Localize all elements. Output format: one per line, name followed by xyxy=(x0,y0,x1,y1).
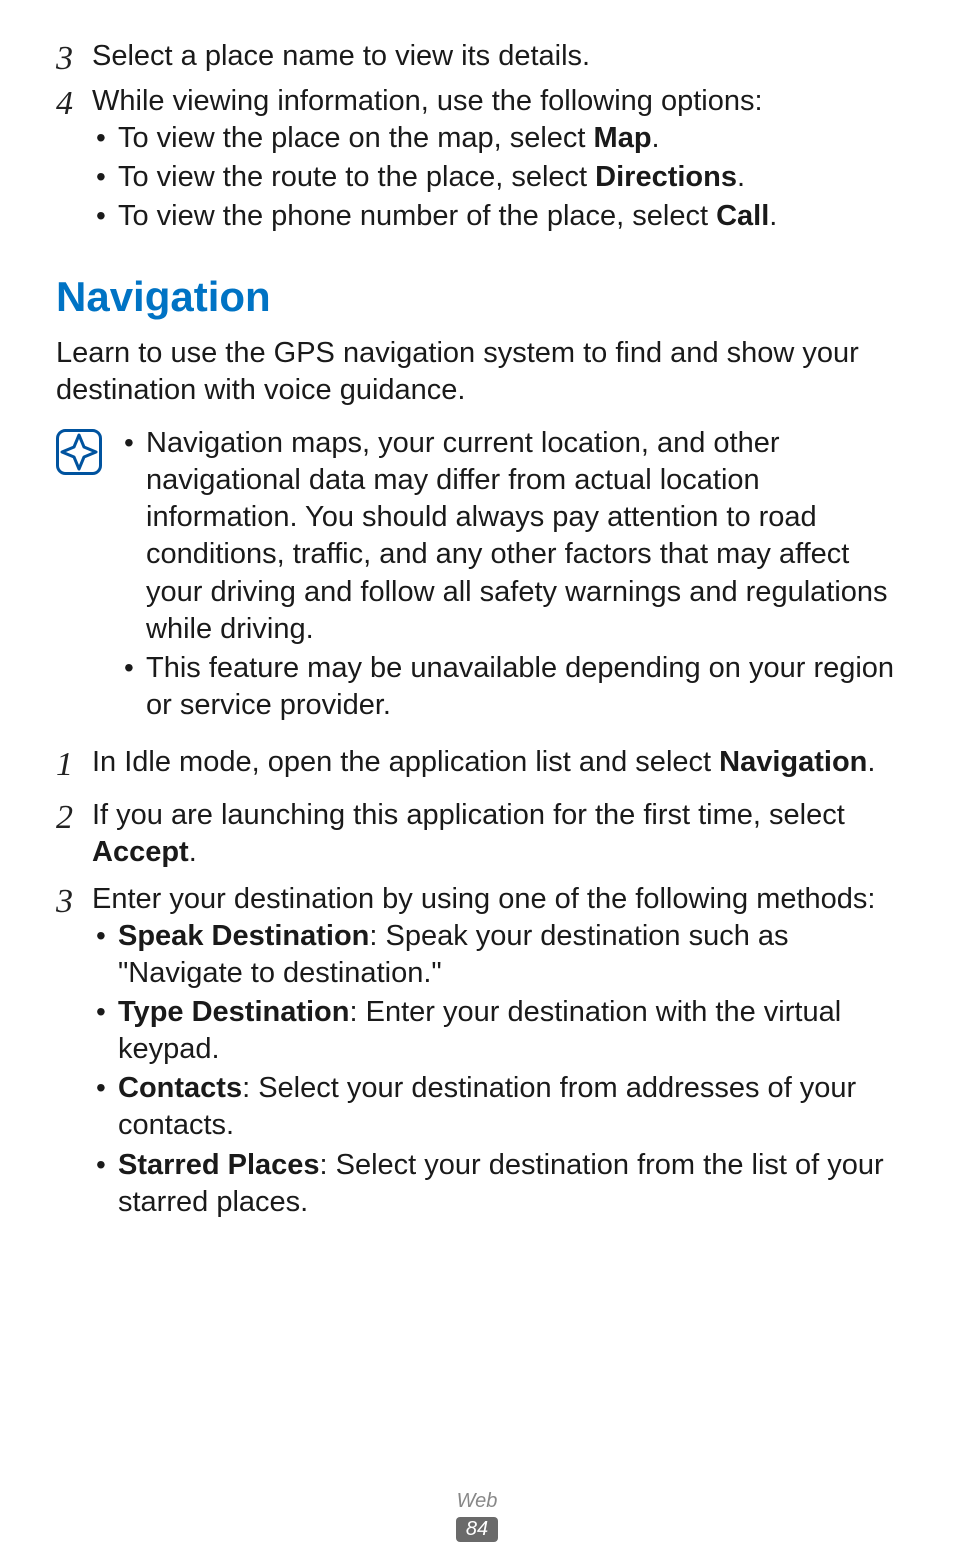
step-3: 3 Enter your destination by using one of… xyxy=(56,881,898,1223)
step-body: In Idle mode, open the application list … xyxy=(92,744,898,787)
text-bold: Directions xyxy=(595,161,737,193)
text-bold: Type Destination xyxy=(118,996,350,1028)
list-item: To view the place on the map, select Map… xyxy=(92,120,898,157)
text-pre: To view the phone number of the place, s… xyxy=(118,200,716,232)
list-item: Starred Places: Select your destination … xyxy=(92,1147,898,1221)
list-item: To view the route to the place, select D… xyxy=(92,159,898,196)
text-pre: To view the route to the place, select xyxy=(118,161,595,193)
text-bold: Accept xyxy=(92,836,189,868)
text-pre: In Idle mode, open the application list … xyxy=(92,746,719,778)
text-pre: To view the place on the map, select xyxy=(118,122,594,154)
step-body: While viewing information, use the follo… xyxy=(92,83,898,237)
list-item: Type Destination: Enter your destination… xyxy=(92,994,898,1068)
step-number: 3 xyxy=(56,881,92,1223)
footer-section-label: Web xyxy=(0,1490,954,1513)
text-bold: Call xyxy=(716,200,769,232)
text-post: . xyxy=(867,746,875,778)
note-icon xyxy=(56,425,120,726)
page-content: 3 Select a place name to view its detail… xyxy=(0,0,954,1223)
step-1: 1 In Idle mode, open the application lis… xyxy=(56,744,898,787)
note-block: Navigation maps, your current location, … xyxy=(56,425,898,726)
step-body: If you are launching this application fo… xyxy=(92,797,898,871)
step-number: 1 xyxy=(56,744,92,787)
text-post: . xyxy=(652,122,660,154)
text-post: . xyxy=(737,161,745,193)
text-pre: If you are launching this application fo… xyxy=(92,799,845,831)
step-3-bullets: Speak Destination: Speak your destinatio… xyxy=(92,918,898,1221)
page-number-badge: 84 xyxy=(456,1517,498,1542)
intro-paragraph: Learn to use the GPS navigation system t… xyxy=(56,335,898,409)
text-bold: Navigation xyxy=(719,746,867,778)
step-2: 2 If you are launching this application … xyxy=(56,797,898,871)
list-item: Navigation maps, your current location, … xyxy=(120,425,898,648)
step-4-bullets: To view the place on the map, select Map… xyxy=(92,120,898,235)
list-item: To view the phone number of the place, s… xyxy=(92,198,898,235)
list-item: Contacts: Select your destination from a… xyxy=(92,1070,898,1144)
step-text: Select a place name to view its details. xyxy=(92,38,898,81)
step-body: Enter your destination by using one of t… xyxy=(92,881,898,1223)
step-number: 4 xyxy=(56,83,92,237)
step-lead: Enter your destination by using one of t… xyxy=(92,881,898,918)
text-post: . xyxy=(769,200,777,232)
text-bold: Speak Destination xyxy=(118,920,369,952)
step-4-top: 4 While viewing information, use the fol… xyxy=(56,83,898,237)
section-title: Navigation xyxy=(56,273,898,321)
text-bold: Contacts xyxy=(118,1072,242,1104)
page-footer: Web 84 xyxy=(0,1490,954,1542)
step-3-top: 3 Select a place name to view its detail… xyxy=(56,38,898,81)
text-post: . xyxy=(189,836,197,868)
list-item: This feature may be unavailable dependin… xyxy=(120,650,898,724)
note-body: Navigation maps, your current location, … xyxy=(120,425,898,726)
step-number: 2 xyxy=(56,797,92,871)
list-item: Speak Destination: Speak your destinatio… xyxy=(92,918,898,992)
text-bold: Starred Places xyxy=(118,1149,320,1181)
note-bullets: Navigation maps, your current location, … xyxy=(120,425,898,724)
step-number: 3 xyxy=(56,38,92,81)
step-lead: While viewing information, use the follo… xyxy=(92,83,898,120)
text-bold: Map xyxy=(594,122,652,154)
